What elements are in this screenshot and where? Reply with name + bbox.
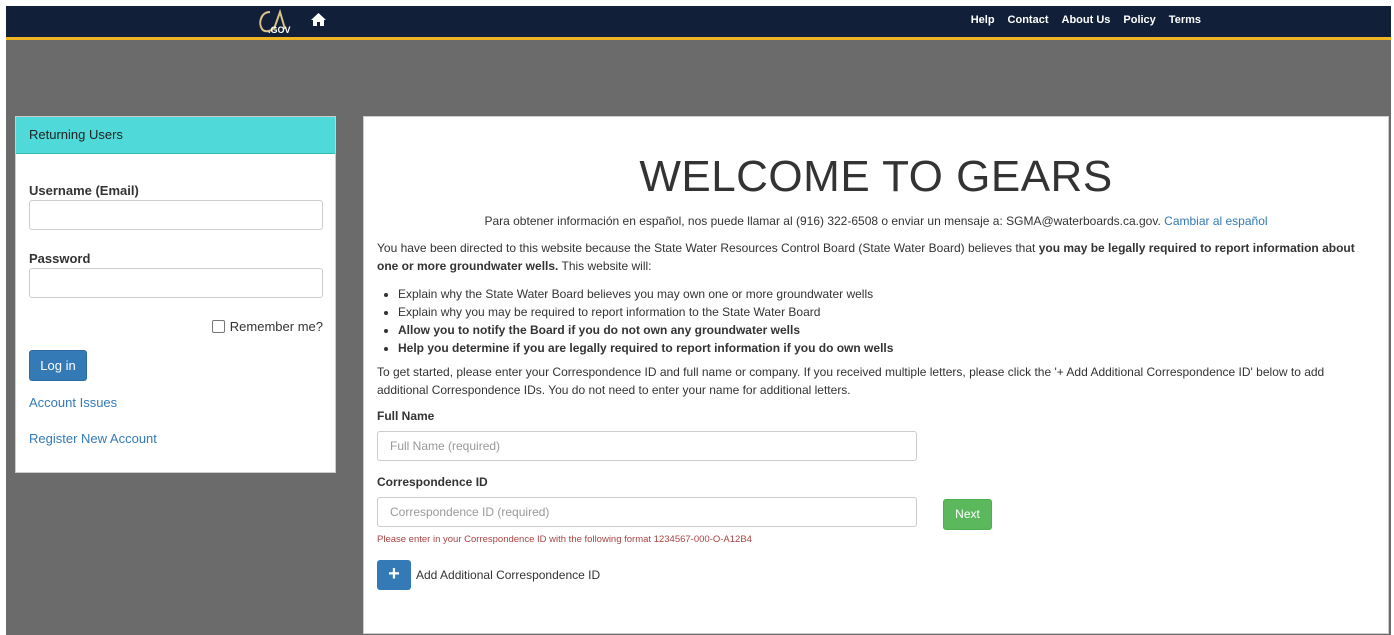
- nav-help-link[interactable]: Help: [971, 14, 995, 26]
- spanish-notice: Para obtener información en español, nos…: [364, 214, 1388, 228]
- list-item: Explain why you may be required to repor…: [398, 303, 893, 321]
- page-title: WELCOME TO GEARS: [639, 152, 1113, 201]
- bullet-list: Explain why the State Water Board believ…: [377, 285, 893, 357]
- page-background: .GOV Help Contact About Us Policy Terms …: [6, 6, 1391, 635]
- intro-text: You have been directed to this website b…: [377, 241, 1039, 255]
- format-hint: Please enter in your Correspondence ID w…: [377, 534, 752, 545]
- account-issues-link[interactable]: Account Issues: [29, 395, 117, 410]
- spanish-text: Para obtener información en español, nos…: [484, 214, 1161, 228]
- password-input[interactable]: [29, 268, 323, 298]
- remember-label: Remember me?: [229, 319, 323, 334]
- password-label: Password: [29, 251, 91, 266]
- ca-gov-logo[interactable]: .GOV: [256, 8, 292, 35]
- username-label: Username (Email): [29, 183, 139, 198]
- remember-me[interactable]: Remember me?: [211, 319, 323, 334]
- full-name-input[interactable]: Full Name (required): [377, 431, 917, 461]
- top-nav-links: Help Contact About Us Policy Terms: [958, 14, 1201, 26]
- nav-about-link[interactable]: About Us: [1062, 14, 1111, 26]
- add-correspondence-label[interactable]: Add Additional Correspondence ID: [416, 568, 600, 582]
- list-item: Help you determine if you are legally re…: [398, 339, 893, 357]
- login-panel: Returning Users Username (Email) Passwor…: [15, 116, 336, 473]
- list-item: Allow you to notify the Board if you do …: [398, 321, 893, 339]
- nav-policy-link[interactable]: Policy: [1123, 14, 1155, 26]
- nav-terms-link[interactable]: Terms: [1169, 14, 1201, 26]
- login-button[interactable]: Log in: [29, 350, 87, 381]
- register-link[interactable]: Register New Account: [29, 431, 157, 446]
- top-navbar: .GOV Help Contact About Us Policy Terms: [6, 6, 1391, 40]
- home-icon[interactable]: [311, 12, 326, 27]
- add-correspondence-button[interactable]: +: [377, 560, 411, 590]
- intro-tail-text: This website will:: [558, 259, 652, 273]
- next-button[interactable]: Next: [943, 499, 992, 530]
- username-input[interactable]: [29, 200, 323, 230]
- correspondence-id-input[interactable]: Correspondence ID (required): [377, 497, 917, 527]
- list-item: Explain why the State Water Board believ…: [398, 285, 893, 303]
- instructions-text: To get started, please enter your Corres…: [377, 365, 1325, 397]
- nav-contact-link[interactable]: Contact: [1008, 14, 1049, 26]
- login-panel-title: Returning Users: [16, 117, 335, 154]
- spanish-link[interactable]: Cambiar al español: [1164, 214, 1267, 228]
- intro-paragraph: You have been directed to this website b…: [377, 239, 1377, 275]
- correspondence-id-label: Correspondence ID: [377, 475, 488, 489]
- svg-text:.GOV: .GOV: [268, 25, 291, 35]
- remember-checkbox[interactable]: [211, 320, 225, 333]
- full-name-label: Full Name: [377, 409, 435, 423]
- welcome-panel: WELCOME TO GEARS Para obtener informació…: [363, 116, 1389, 634]
